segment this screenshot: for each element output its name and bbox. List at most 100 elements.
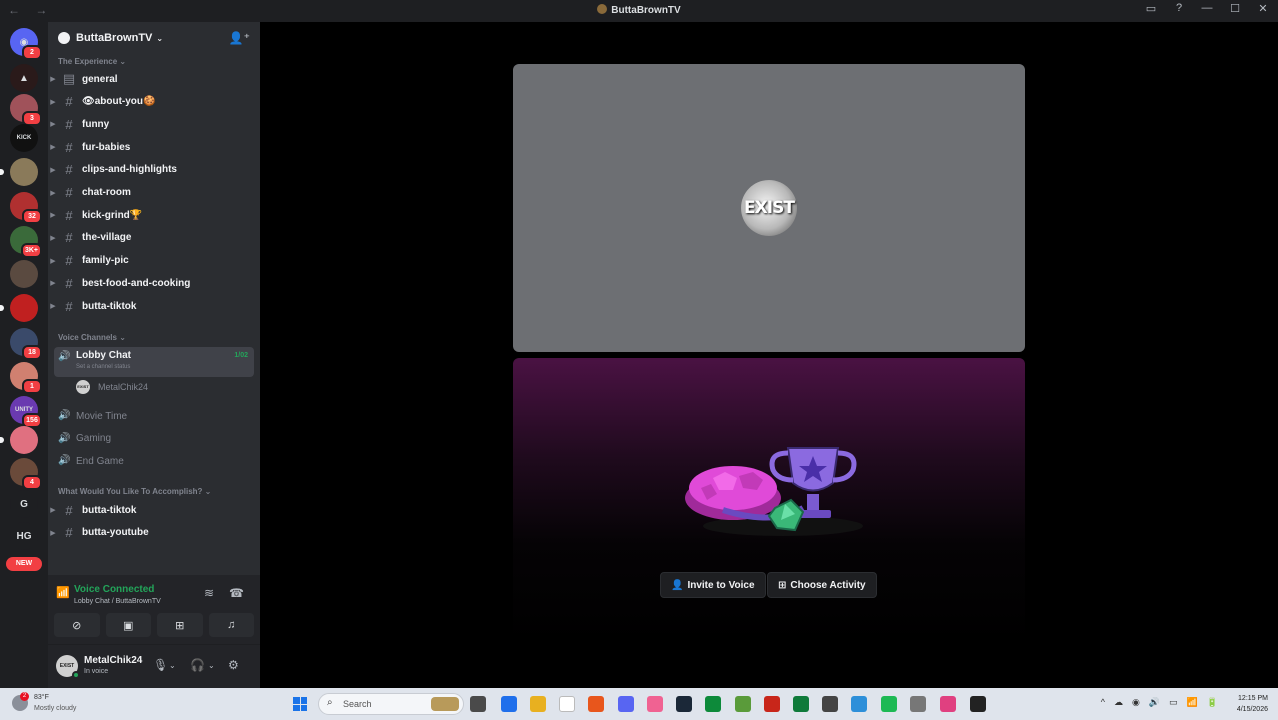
server-icon-server-green[interactable]: 3K+: [10, 226, 42, 258]
taskbar-app-icon[interactable]: [940, 696, 956, 712]
text-channel[interactable]: ▶ # funny: [48, 114, 260, 134]
tray-icon[interactable]: 📶: [1187, 697, 1198, 708]
server-icon-server-group[interactable]: [0, 158, 38, 186]
text-channel[interactable]: ▶ # fur-babies: [48, 137, 260, 157]
clock[interactable]: 12:15 PM 4/15/2026: [1237, 693, 1268, 715]
server-icon-server-lips[interactable]: [0, 426, 38, 454]
disconnect-icon[interactable]: ☎: [229, 586, 244, 600]
text-channel[interactable]: ▶ # the-village: [48, 228, 260, 248]
tray-icon[interactable]: 🔊: [1149, 697, 1160, 708]
taskbar-app-icon[interactable]: [910, 696, 926, 712]
close-icon[interactable]: ✕: [1256, 2, 1270, 15]
server-icon-server-person[interactable]: [10, 260, 38, 288]
tray-icon[interactable]: 🔋: [1207, 697, 1218, 708]
settings-gear-icon[interactable]: ⚙: [228, 658, 239, 672]
taskbar-app-icon[interactable]: [676, 696, 692, 712]
voice-connected-subtitle[interactable]: Lobby Chat / ButtaBrownTV: [74, 598, 161, 605]
taskbar-app-icon[interactable]: [705, 696, 721, 712]
tray-icon[interactable]: ◉: [1132, 697, 1140, 708]
signal-icon[interactable]: 📶: [56, 586, 70, 599]
tray-icon[interactable]: ^: [1101, 697, 1105, 708]
taskbar-app-icon[interactable]: [501, 696, 517, 712]
taskbar-app-icon[interactable]: [470, 696, 486, 712]
weather-widget[interactable]: 2 83°F Mostly cloudy: [12, 692, 92, 716]
expand-arrow-icon[interactable]: ▶: [48, 506, 58, 514]
chevron-down-icon[interactable]: ⌄: [169, 661, 176, 670]
voice-user[interactable]: EXIST MetalChik24: [76, 380, 148, 394]
add-member-icon[interactable]: 👤⁺: [229, 31, 250, 45]
taskbar-app-icon[interactable]: [970, 696, 986, 712]
server-header[interactable]: ButtaBrownTV ⌄ 👤⁺: [48, 22, 260, 54]
taskbar-app-icon[interactable]: [647, 696, 663, 712]
voice-channel[interactable]: 🔊 End Game: [54, 455, 254, 467]
tray-icon[interactable]: ☁: [1114, 697, 1123, 708]
participant-tile[interactable]: EXIST: [513, 64, 1025, 352]
expand-arrow-icon[interactable]: ▶: [48, 143, 58, 151]
microphone-icon[interactable]: 🎙: [153, 658, 168, 672]
camera-off-button[interactable]: ⊘: [54, 613, 100, 637]
expand-arrow-icon[interactable]: ▶: [48, 302, 58, 310]
tray-icon[interactable]: ▭: [1169, 697, 1178, 708]
server-icon-server-blue[interactable]: 18: [10, 328, 42, 360]
server-icon-server-hg[interactable]: HG: [10, 522, 38, 550]
maximize-icon[interactable]: ☐: [1228, 2, 1242, 15]
expand-arrow-icon[interactable]: ▶: [48, 75, 58, 83]
taskbar-search[interactable]: ⌕ Search: [318, 693, 464, 715]
server-icon-server-shoe[interactable]: [0, 294, 38, 322]
text-channel[interactable]: ▶ # butta-tiktok: [48, 500, 260, 520]
category-accomplish[interactable]: What Would You Like To Accomplish? ⌄: [58, 487, 211, 496]
text-channel[interactable]: ▶ # chat-room: [48, 183, 260, 203]
inbox-icon[interactable]: ▭: [1144, 2, 1158, 15]
voice-channel[interactable]: 🔊 Gaming: [54, 433, 254, 445]
taskbar-app-icon[interactable]: [822, 696, 838, 712]
taskbar-app-icon[interactable]: [735, 696, 751, 712]
server-icon-server-face[interactable]: 1: [10, 362, 42, 394]
minimize-icon[interactable]: —: [1200, 2, 1214, 15]
choose-activity-button[interactable]: ⊞ Choose Activity: [767, 572, 877, 598]
headphones-icon[interactable]: 🎧: [190, 658, 205, 672]
help-icon[interactable]: ?: [1172, 2, 1186, 15]
text-channel[interactable]: ▶ # clips-and-highlights: [48, 160, 260, 180]
voice-channel-lobby[interactable]: 🔊 Lobby Chat Set a channel status 1/02: [54, 347, 254, 377]
category-voice[interactable]: Voice Channels ⌄: [58, 333, 126, 342]
text-channel[interactable]: ▶ # 👁about-you🍪: [48, 92, 260, 112]
text-channel[interactable]: ▶ ▤ general: [48, 69, 260, 89]
expand-arrow-icon[interactable]: ▶: [48, 257, 58, 265]
text-channel[interactable]: ▶ # butta-youtube: [48, 523, 260, 543]
server-icon-server-g[interactable]: G: [10, 490, 38, 518]
taskbar-app-icon[interactable]: [764, 696, 780, 712]
category-experience[interactable]: The Experience ⌄: [58, 57, 126, 66]
expand-arrow-icon[interactable]: ▶: [48, 529, 58, 537]
taskbar-app-icon[interactable]: [851, 696, 867, 712]
expand-arrow-icon[interactable]: ▶: [48, 234, 58, 242]
activity-button[interactable]: ⊞: [157, 613, 203, 637]
taskbar-app-icon[interactable]: [530, 696, 546, 712]
noise-suppression-icon[interactable]: ≋: [204, 586, 214, 600]
text-channel[interactable]: ▶ # best-food-and-cooking: [48, 273, 260, 293]
invite-to-voice-button[interactable]: 👤 Invite to Voice: [660, 572, 766, 598]
expand-arrow-icon[interactable]: ▶: [48, 189, 58, 197]
username[interactable]: MetalChik24: [84, 655, 142, 666]
channel-status-input[interactable]: Set a channel status: [76, 364, 130, 370]
screen-share-button[interactable]: ▣: [105, 613, 151, 637]
server-icon-kick[interactable]: KICK: [10, 124, 38, 152]
server-icon-server-man[interactable]: 4: [10, 458, 42, 490]
chevron-down-icon[interactable]: ⌄: [208, 661, 215, 670]
new-badge[interactable]: NEW: [6, 557, 42, 571]
taskbar-app-icon[interactable]: [559, 696, 575, 712]
expand-arrow-icon[interactable]: ▶: [48, 211, 58, 219]
taskbar-app-icon[interactable]: [588, 696, 604, 712]
text-channel[interactable]: ▶ # family-pic: [48, 251, 260, 271]
text-channel[interactable]: ▶ # butta-tiktok: [48, 296, 260, 316]
expand-arrow-icon[interactable]: ▶: [48, 98, 58, 106]
taskbar-app-icon[interactable]: [793, 696, 809, 712]
voice-channel[interactable]: 🔊 Movie Time: [54, 410, 254, 422]
text-channel[interactable]: ▶ # kick-grind🏆: [48, 205, 260, 225]
server-icon-apex[interactable]: ▲: [10, 64, 38, 92]
taskbar-app-icon[interactable]: [881, 696, 897, 712]
soundboard-button[interactable]: ♫: [208, 613, 254, 637]
voice-connected-title[interactable]: Voice Connected: [74, 584, 154, 595]
server-icon-server-red[interactable]: 32: [10, 192, 42, 224]
expand-arrow-icon[interactable]: ▶: [48, 279, 58, 287]
expand-arrow-icon[interactable]: ▶: [48, 120, 58, 128]
